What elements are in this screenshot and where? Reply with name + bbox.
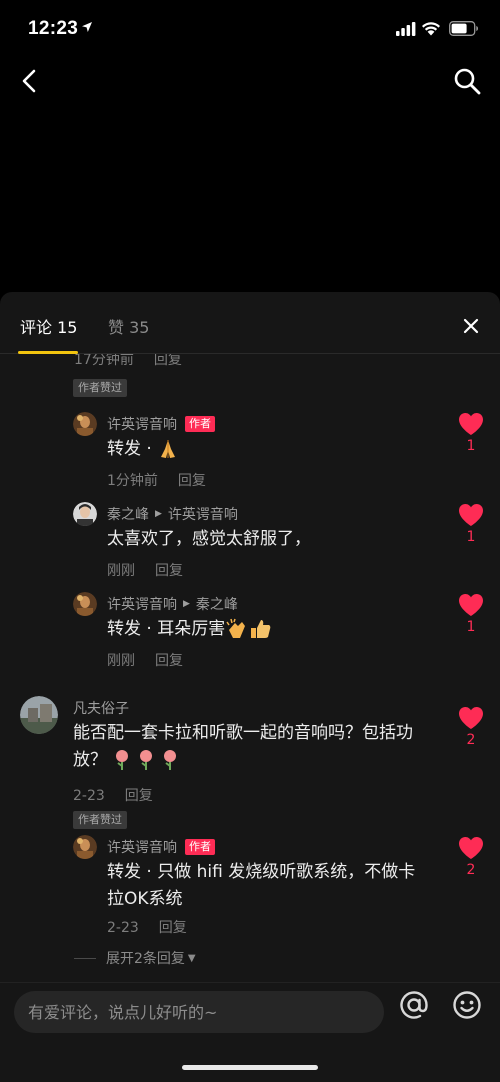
comment-user-line: 许英谔音响 ▶ 秦之峰 (107, 594, 238, 614)
status-bar: 12:23 (0, 0, 500, 60)
like-button[interactable]: 1 (456, 593, 486, 635)
comment-meta: 1分钟前 回复 (107, 470, 206, 490)
heart-icon (459, 707, 483, 729)
comment-text-body: 转发 · (107, 439, 158, 459)
like-button[interactable]: 1 (456, 412, 486, 454)
comment-username[interactable]: 许英谔音响 (107, 837, 177, 857)
comment-time: 刚刚 (107, 563, 135, 579)
like-button[interactable]: 2 (456, 706, 486, 748)
back-icon[interactable] (16, 66, 46, 96)
comment-meta: 刚刚 回复 (107, 650, 183, 670)
comment-tabs: 评论 15 赞 35 (0, 292, 500, 354)
reply-arrow-icon: ▶ (183, 599, 190, 609)
like-count: 2 (466, 862, 476, 878)
comment-time: 刚刚 (107, 653, 135, 669)
comment-list[interactable]: 17分钟前 回复 作者赞过 许英谔音响 作者 转发 · 1分钟前 回复 1 秦之峰 … (0, 354, 500, 982)
cellular-signal-icon (396, 22, 416, 36)
location-arrow-icon (82, 22, 92, 32)
heart-icon (459, 413, 483, 435)
avatar[interactable] (73, 592, 97, 616)
reply-to-username[interactable]: 许英谔音响 (168, 504, 238, 524)
reply-button[interactable]: 回复 (155, 563, 183, 579)
at-mention-icon[interactable] (398, 989, 430, 1021)
expand-replies-button[interactable]: 展开2条回复 ▼ (74, 948, 196, 968)
comment-username[interactable]: 凡夫俗子 (73, 698, 129, 718)
avatar[interactable] (73, 412, 97, 436)
reply-button[interactable]: 回复 (154, 354, 182, 368)
comment-meta: 2-23 回复 (107, 917, 187, 937)
comment-text-line1: 能否配一套卡拉和听歌一起的音响吗？包括功 (73, 723, 413, 743)
comment-time: 1分钟前 (107, 473, 158, 489)
comment-username[interactable]: 许英谔音响 (107, 414, 177, 434)
author-liked-badge: 作者赞过 (73, 379, 127, 397)
comment-input-bar (0, 982, 500, 1082)
tab-likes[interactable]: 赞 35 (108, 314, 149, 338)
like-count: 1 (466, 619, 476, 635)
search-icon[interactable] (452, 66, 482, 96)
comment-text-line2: 拉OK系统 (107, 889, 183, 909)
comment-time: 2-23 (107, 920, 139, 936)
comment-meta: 2-23 回复 (73, 785, 153, 805)
comment-text-line1: 转发 · 只做 hifi 发烧级听歌系统，不做卡 (107, 862, 416, 882)
like-count: 1 (466, 529, 476, 545)
wifi-icon (422, 22, 440, 36)
like-count: 2 (466, 732, 476, 748)
reply-button[interactable]: 回复 (155, 653, 183, 669)
reply-button[interactable]: 回复 (178, 473, 206, 489)
top-bar (0, 60, 500, 104)
expand-divider (74, 957, 96, 959)
comment-text: 转发 · (107, 436, 179, 463)
author-tag: 作者 (185, 416, 215, 432)
comment-sheet: 评论 15 赞 35 17分钟前 回复 作者赞过 许英谔音响 作者 转发 · 1分… (0, 292, 500, 1082)
comment-text: 太喜欢了，感觉太舒服了， (107, 529, 311, 549)
like-count: 1 (466, 438, 476, 454)
heart-icon (459, 837, 483, 859)
comment-meta: 刚刚 回复 (107, 560, 183, 580)
reply-button[interactable]: 回复 (125, 788, 153, 804)
heart-icon (459, 594, 483, 616)
comment-username[interactable]: 秦之峰 (107, 504, 149, 524)
author-tag: 作者 (185, 839, 215, 855)
comment-time: 2-23 (73, 788, 105, 804)
reply-arrow-icon: ▶ (155, 509, 162, 519)
close-icon[interactable] (461, 316, 481, 336)
comment-user-line: 秦之峰 ▶ 许英谔音响 (107, 504, 238, 524)
rose-emoji-icon (116, 750, 177, 770)
heart-icon (459, 504, 483, 526)
pray-emoji-icon (161, 440, 176, 458)
comment-input[interactable] (28, 991, 368, 1033)
clap-emoji-icon (226, 618, 246, 638)
comment-text-body: 放？ (73, 750, 107, 770)
expand-label: 展开2条回复 (106, 951, 185, 967)
like-button[interactable]: 1 (456, 503, 486, 545)
battery-icon (449, 21, 478, 36)
comment-user-line: 凡夫俗子 (73, 698, 129, 718)
avatar[interactable] (20, 696, 58, 734)
home-indicator[interactable] (182, 1065, 318, 1070)
reply-button[interactable]: 回复 (159, 920, 187, 936)
comment-meta: 17分钟前 回复 (74, 354, 182, 369)
status-time: 12:23 (28, 18, 79, 39)
comment-user-line: 许英谔音响 作者 (107, 837, 215, 857)
tab-comments[interactable]: 评论 15 (20, 314, 77, 338)
like-button[interactable]: 2 (456, 836, 486, 878)
reply-to-username[interactable]: 秦之峰 (196, 594, 238, 614)
thumbs-up-emoji-icon (251, 620, 271, 638)
avatar[interactable] (73, 835, 97, 859)
comment-user-line: 许英谔音响 作者 (107, 414, 215, 434)
comment-time: 17分钟前 (74, 354, 134, 368)
avatar[interactable] (73, 502, 97, 526)
comment-input-container[interactable] (14, 991, 384, 1033)
comment-text-line2: 放？ (73, 747, 182, 774)
comment-text-body: 转发 · 耳朵厉害 (107, 619, 226, 639)
chevron-down-icon: ▼ (187, 952, 196, 964)
emoji-icon[interactable] (452, 990, 482, 1020)
comment-username[interactable]: 许英谔音响 (107, 594, 177, 614)
author-liked-badge: 作者赞过 (73, 811, 127, 829)
comment-text: 转发 · 耳朵厉害 (107, 616, 273, 643)
